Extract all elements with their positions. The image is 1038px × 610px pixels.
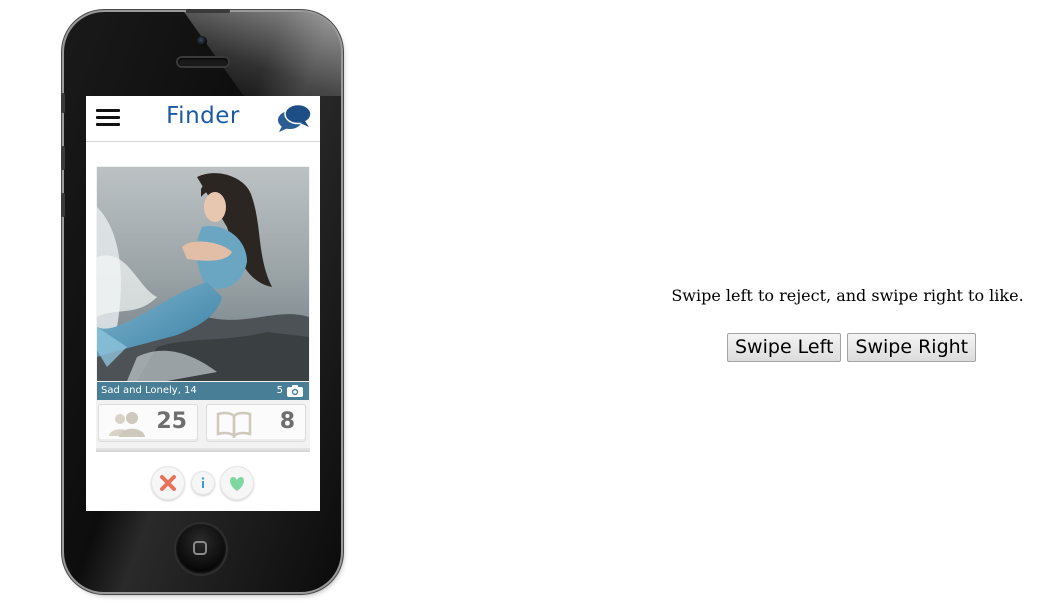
friends-stat[interactable]: 25 [98,404,198,442]
friends-count: 25 [156,409,187,434]
swipe-right-button[interactable]: Swipe Right [847,333,977,362]
front-camera [197,36,207,46]
swipe-button-row: Swipe Left Swipe Right [727,333,982,362]
book-icon [216,411,252,438]
profile-photo[interactable] [97,167,309,381]
swipe-instructions: Swipe left to reject, and swipe right to… [671,286,1024,305]
profile-name-age: Sad and Lonely, 14 [101,385,197,396]
profile-card[interactable]: Sad and Lonely, 14 5 25 8 [96,166,310,448]
power-button [186,9,230,13]
info-icon [201,477,205,488]
mute-switch [61,93,65,113]
phone-screen: Finder Sad and Lonely, 14 5 25 8 [86,96,320,511]
app-header: Finder [86,96,320,142]
volume-down-button [61,193,65,217]
interests-stat[interactable]: 8 [206,404,306,442]
swipe-left-button[interactable]: Swipe Left [727,333,842,362]
heart-icon [230,477,244,491]
home-button[interactable] [176,524,226,574]
photo-count: 5 [276,385,283,396]
interests-count: 8 [279,409,295,434]
friends-icon [109,412,145,437]
chat-bubbles-icon[interactable] [276,103,312,133]
x-icon [160,475,176,491]
camera-icon [287,385,303,397]
earpiece-speaker [178,58,228,66]
volume-up-button [61,146,65,170]
reject-button[interactable] [151,466,185,500]
phone-gloss [184,12,341,96]
info-button[interactable] [191,471,215,495]
like-button[interactable] [220,466,254,500]
home-square-icon [193,541,207,555]
profile-caption: Sad and Lonely, 14 5 [97,382,309,400]
